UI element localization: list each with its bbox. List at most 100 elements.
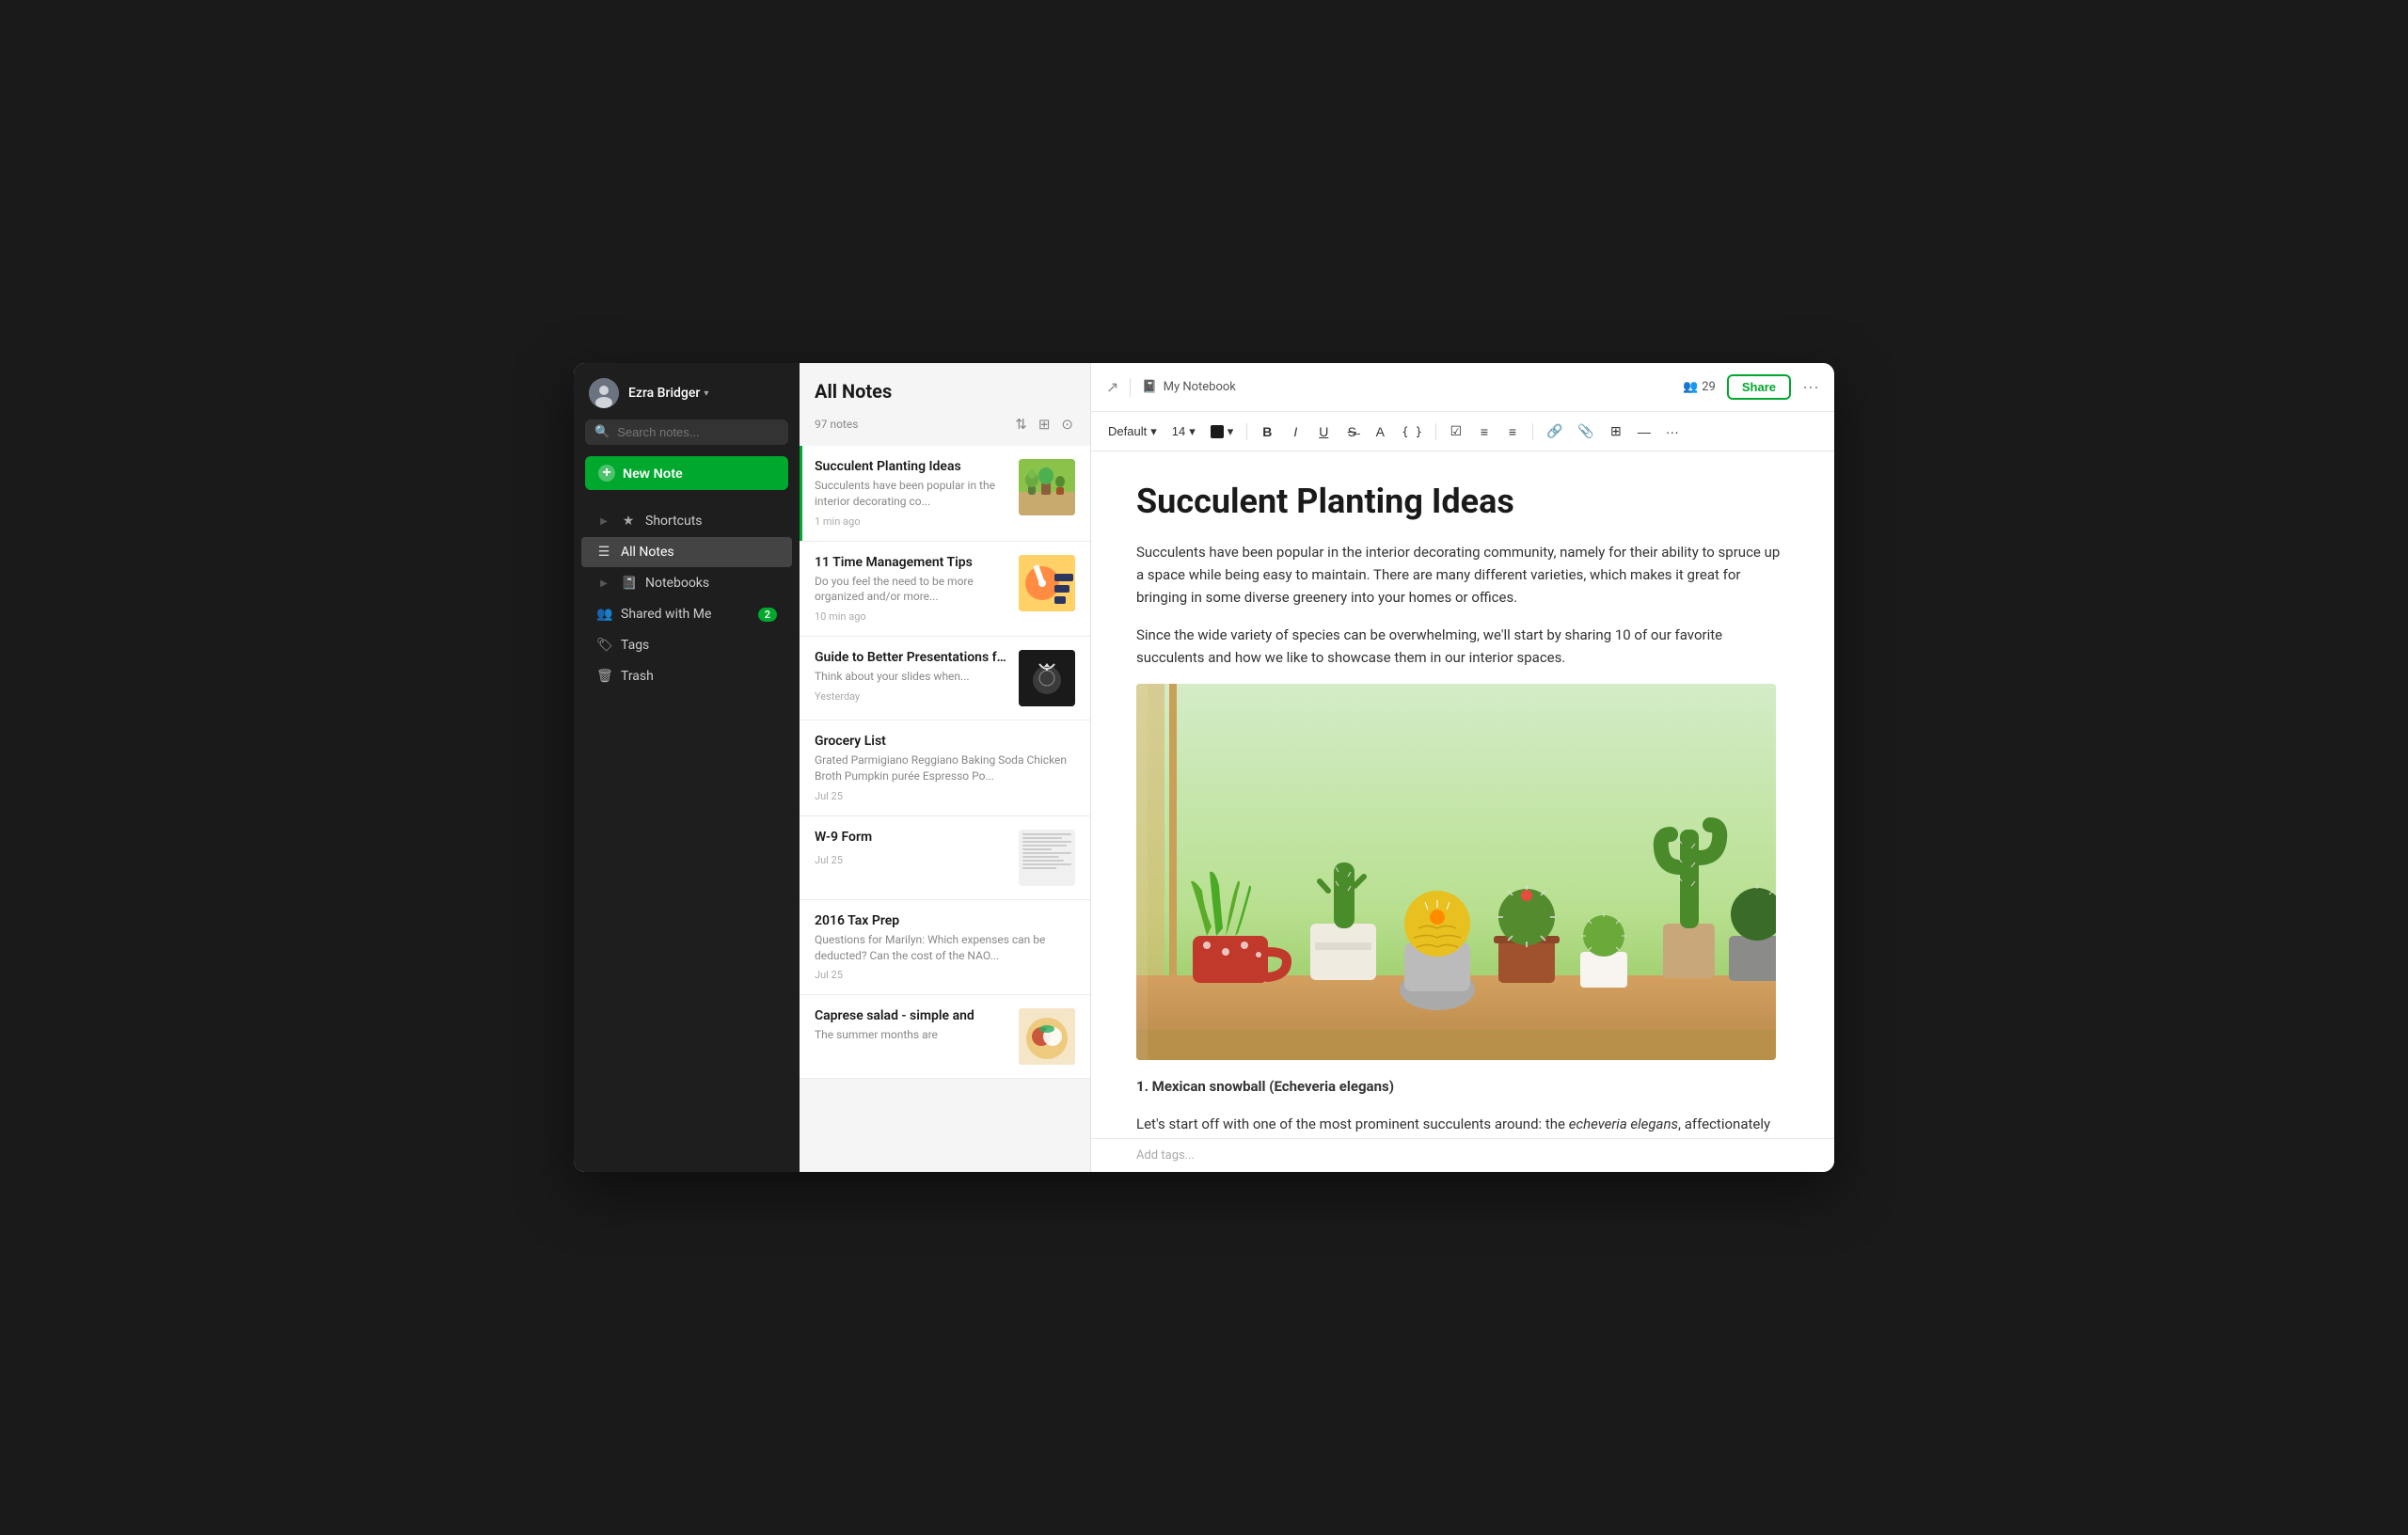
chevron-down-icon: ▾ bbox=[1189, 424, 1196, 439]
arrow-icon: ▶ bbox=[596, 516, 611, 527]
editor-paragraph-3: Let's start off with one of the most pro… bbox=[1136, 1113, 1789, 1135]
editor-title: Succulent Planting Ideas bbox=[1136, 482, 1789, 522]
thumb-presentation-img bbox=[1019, 650, 1075, 706]
note-item-presentations[interactable]: Guide to Better Presentations for your B… bbox=[800, 637, 1090, 720]
note-thumbnail bbox=[1019, 830, 1075, 886]
note-item-grocery[interactable]: Grocery List Grated Parmigiano Reggiano … bbox=[800, 720, 1090, 816]
share-button[interactable]: Share bbox=[1727, 374, 1791, 400]
note-text-content: Succulent Planting Ideas Succulents have… bbox=[815, 459, 1007, 528]
color-swatch bbox=[1211, 425, 1224, 438]
note-text-content: Caprese salad - simple and The summer mo… bbox=[815, 1008, 1007, 1043]
note-thumbnail bbox=[1019, 1008, 1075, 1065]
sidebar-item-label: Shortcuts bbox=[645, 514, 777, 529]
note-item-tax[interactable]: 2016 Tax Prep Questions for Marilyn: Whi… bbox=[800, 900, 1090, 996]
sort-button[interactable]: ⇅ bbox=[1013, 414, 1029, 435]
note-item-time-mgmt[interactable]: 11 Time Management Tips Do you feel the … bbox=[800, 542, 1090, 638]
sidebar-item-label: Notebooks bbox=[645, 576, 777, 591]
note-title: Guide to Better Presentations for your B… bbox=[815, 650, 1007, 665]
notebook-label[interactable]: 📓 My Notebook bbox=[1142, 380, 1235, 394]
search-input[interactable] bbox=[617, 425, 783, 439]
share-count: 👥 29 bbox=[1683, 380, 1716, 394]
editor-paragraph-1: Succulents have been popular in the inte… bbox=[1136, 541, 1789, 609]
import-button[interactable]: ⊙ bbox=[1059, 414, 1075, 435]
avatar bbox=[589, 378, 619, 408]
editor-header-right: 👥 29 Share ··· bbox=[1683, 374, 1819, 400]
note-thumbnail bbox=[1019, 555, 1075, 611]
note-date: 10 min ago bbox=[815, 610, 1007, 623]
note-item-w9[interactable]: W-9 Form Jul 25 bbox=[800, 816, 1090, 900]
note-preview: Succulents have been popular in the inte… bbox=[815, 478, 1007, 510]
checkbox-button[interactable]: ☑ bbox=[1444, 419, 1468, 443]
note-title: Succulent Planting Ideas bbox=[815, 459, 1007, 474]
note-title: 2016 Tax Prep bbox=[815, 913, 1075, 928]
notes-actions: ⇅ ⊞ ⊙ bbox=[1013, 414, 1075, 435]
attach-button[interactable]: 📎 bbox=[1572, 419, 1599, 443]
format-separator bbox=[1246, 423, 1247, 440]
user-name[interactable]: Ezra Bridger ▾ bbox=[628, 386, 708, 401]
notebooks-icon: 📓 bbox=[621, 576, 636, 591]
collapse-button[interactable]: ↗ bbox=[1106, 378, 1118, 397]
sidebar-item-trash[interactable]: 🗑 Trash bbox=[581, 661, 792, 691]
sidebar-item-shared[interactable]: 👥 Shared with Me 2 bbox=[581, 599, 792, 629]
underline-button[interactable]: U bbox=[1311, 420, 1336, 443]
editor-format-bar: Default ▾ 14 ▾ ▾ B I U S̶ A { } ☑ ≡ ≡ 🔗 bbox=[1091, 412, 1834, 451]
thumb-w9-img bbox=[1019, 830, 1075, 886]
more-options-button[interactable]: ··· bbox=[1802, 377, 1819, 397]
note-preview: The summer months are bbox=[815, 1027, 1007, 1043]
sidebar-item-notebooks[interactable]: ▶ 📓 Notebooks bbox=[581, 568, 792, 598]
sidebar-item-all-notes[interactable]: ☰ All Notes bbox=[581, 537, 792, 567]
notes-count: 97 notes bbox=[815, 418, 858, 431]
note-text-content: Guide to Better Presentations for your B… bbox=[815, 650, 1007, 703]
editor-toolbar-top: ↗ 📓 My Notebook 👥 29 Share ··· bbox=[1091, 363, 1834, 412]
note-thumbnail bbox=[1019, 650, 1075, 706]
note-title: Caprese salad - simple and bbox=[815, 1008, 1007, 1023]
more-format-button[interactable]: ··· bbox=[1660, 420, 1685, 443]
editor-content[interactable]: Succulent Planting Ideas Succulents have… bbox=[1091, 451, 1834, 1138]
code-button[interactable]: { } bbox=[1396, 421, 1428, 442]
chevron-down-icon: ▾ bbox=[1150, 424, 1157, 439]
sidebar-item-label: Shared with Me bbox=[621, 607, 749, 622]
table-button[interactable]: ⊞ bbox=[1604, 419, 1628, 443]
search-icon: 🔍 bbox=[594, 425, 610, 439]
sidebar: Ezra Bridger ▾ 🔍 + New Note ▶ ★ Shortcut… bbox=[574, 363, 800, 1172]
new-note-button[interactable]: + New Note bbox=[585, 456, 788, 490]
tags-icon: 🏷 bbox=[596, 638, 611, 653]
shared-icon: 👥 bbox=[596, 607, 611, 622]
search-bar[interactable]: 🔍 bbox=[585, 419, 788, 445]
font-family-dropdown[interactable]: Default ▾ bbox=[1102, 421, 1163, 442]
shortcuts-icon: ★ bbox=[621, 514, 636, 529]
bullet-list-button[interactable]: ≡ bbox=[1472, 420, 1497, 443]
sidebar-nav: ▶ ★ Shortcuts ☰ All Notes ▶ 📓 Notebooks … bbox=[574, 505, 800, 1172]
note-text-content: W-9 Form Jul 25 bbox=[815, 830, 1007, 866]
strikethrough-button[interactable]: S̶ bbox=[1339, 420, 1364, 443]
view-toggle-button[interactable]: ⊞ bbox=[1037, 414, 1053, 435]
note-date: Jul 25 bbox=[815, 969, 1075, 981]
editor-body: Succulents have been popular in the inte… bbox=[1136, 541, 1789, 1135]
note-thumbnail bbox=[1019, 459, 1075, 515]
app-window: Ezra Bridger ▾ 🔍 + New Note ▶ ★ Shortcut… bbox=[574, 363, 1834, 1172]
hr-button[interactable]: — bbox=[1632, 420, 1656, 443]
note-text-content: 2016 Tax Prep Questions for Marilyn: Whi… bbox=[815, 913, 1075, 982]
font-color-dropdown[interactable]: ▾ bbox=[1205, 421, 1240, 442]
note-date: Yesterday bbox=[815, 690, 1007, 703]
shared-badge: 2 bbox=[758, 608, 777, 622]
note-title: 11 Time Management Tips bbox=[815, 555, 1007, 570]
font-size-dropdown[interactable]: 14 ▾ bbox=[1166, 421, 1201, 442]
notes-list-title: All Notes bbox=[815, 380, 1075, 403]
note-item-caprese[interactable]: Caprese salad - simple and The summer mo… bbox=[800, 995, 1090, 1079]
highlight-button[interactable]: A bbox=[1368, 420, 1392, 443]
note-preview: Do you feel the need to be more organize… bbox=[815, 574, 1007, 606]
format-separator bbox=[1435, 423, 1436, 440]
tags-placeholder: Add tags... bbox=[1136, 1148, 1195, 1163]
tags-bar[interactable]: Add tags... bbox=[1091, 1138, 1834, 1172]
link-button[interactable]: 🔗 bbox=[1541, 419, 1568, 443]
sidebar-item-shortcuts[interactable]: ▶ ★ Shortcuts bbox=[581, 506, 792, 536]
sidebar-item-tags[interactable]: 🏷 Tags bbox=[581, 630, 792, 660]
numbered-list-button[interactable]: ≡ bbox=[1500, 420, 1525, 443]
bold-button[interactable]: B bbox=[1255, 420, 1279, 443]
note-preview: Think about your slides when... bbox=[815, 669, 1007, 685]
note-preview: Grated Parmigiano Reggiano Baking Soda C… bbox=[815, 752, 1075, 784]
italic-button[interactable]: I bbox=[1283, 420, 1307, 443]
note-item-succulent[interactable]: Succulent Planting Ideas Succulents have… bbox=[800, 446, 1090, 542]
divider bbox=[1130, 378, 1131, 397]
